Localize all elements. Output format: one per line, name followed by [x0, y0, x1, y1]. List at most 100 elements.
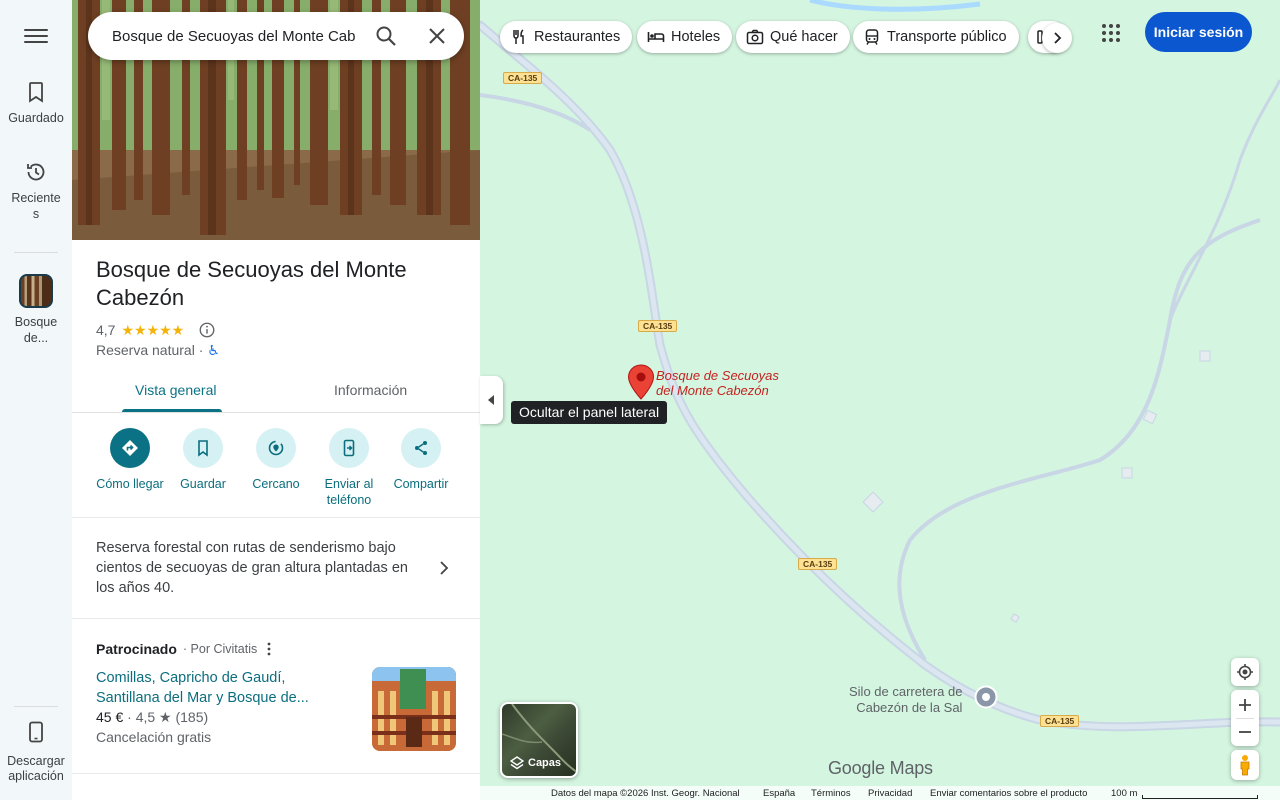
pin-label-1: Bosque de Secuoyas: [656, 368, 779, 383]
ad-cancellation: Cancelación gratis: [96, 729, 212, 745]
search-icon[interactable]: [374, 24, 398, 48]
sponsor-name: · Por Civitatis: [182, 642, 258, 656]
share-button[interactable]: Compartir: [383, 428, 459, 492]
feedback-link[interactable]: Enviar comentarios sobre el producto: [930, 788, 1087, 799]
road-label: CA-135: [798, 558, 838, 570]
ad-thumbnail[interactable]: [372, 667, 456, 751]
sponsored-header: Patrocinado · Por Civitatis: [96, 641, 275, 657]
chip-label: Transporte público: [887, 29, 1007, 45]
send-to-phone-label: Enviar al teléfono: [311, 476, 387, 508]
layers-icon: [510, 756, 524, 770]
info-icon[interactable]: [198, 321, 216, 339]
apps-grid-icon[interactable]: [1100, 22, 1122, 44]
bed-icon: [647, 32, 665, 42]
download-app[interactable]: Descargar aplicación: [0, 708, 72, 784]
send-to-phone-button[interactable]: Enviar al teléfono: [311, 428, 387, 508]
ad-rating: · 4,5 ★ (185): [127, 709, 209, 725]
layers-button[interactable]: Capas: [500, 702, 578, 778]
camera-icon: [746, 29, 764, 45]
more-vert-icon[interactable]: [263, 641, 275, 657]
share-icon: [415, 441, 427, 455]
search-box: [88, 12, 464, 60]
bookmark-icon: [198, 440, 208, 457]
directions-icon: [122, 440, 138, 456]
download-label-2: aplicación: [8, 769, 64, 783]
privacy-link[interactable]: Privacidad: [868, 788, 912, 799]
rail-recent-label-2: s: [32, 207, 40, 221]
chip-restaurants[interactable]: Restaurantes: [500, 21, 633, 53]
pin-label-2: del Monte Cabezón: [656, 383, 769, 398]
chip-label: Qué hacer: [770, 29, 838, 45]
ad-price-row: 45 € · 4,5 ★ (185): [96, 709, 208, 726]
place-title: Bosque de Secuoyas del Monte Cabezón: [96, 257, 407, 310]
phone-icon: [29, 721, 43, 743]
chips-scroll-next[interactable]: [1042, 23, 1072, 53]
saved-place-label-2: de...: [23, 331, 49, 345]
rail-divider: [14, 252, 58, 253]
road-network: [480, 0, 1280, 732]
download-label: Descargar: [7, 754, 65, 768]
caret-left-icon: [488, 395, 494, 405]
history-icon: [27, 163, 45, 181]
search-input[interactable]: [112, 24, 360, 48]
bookmark-icon: [29, 82, 43, 103]
pegman-icon: [1240, 755, 1250, 776]
directions-label: Cómo llegar: [96, 477, 164, 491]
active-tab-indicator: [122, 409, 222, 412]
nearby-label: Cercano: [252, 477, 300, 491]
rail-saved-label: Guardado: [8, 111, 64, 125]
rail-item-recent[interactable]: Reciente s: [0, 160, 72, 222]
poi-label[interactable]: Silo de carretera de Cabezón de la Sal: [849, 684, 962, 716]
street-view-button[interactable]: [1231, 750, 1259, 780]
tab-overview[interactable]: Vista general: [135, 382, 216, 398]
map-pin-icon[interactable]: [627, 364, 655, 400]
poi-marker-icon[interactable]: [974, 685, 998, 709]
rail-recent-label: Reciente: [11, 191, 61, 205]
close-icon[interactable]: [425, 24, 449, 48]
country-link[interactable]: España: [763, 788, 795, 799]
restaurant-icon: [513, 29, 524, 44]
rating-stars[interactable]: ★★★★★: [121, 322, 184, 339]
divider: [72, 773, 480, 774]
save-label: Guardar: [180, 477, 226, 491]
directions-button[interactable]: Cómo llegar: [92, 428, 168, 492]
rail-saved-place[interactable]: Bosque de...: [0, 274, 72, 346]
map-data-credit: Datos del mapa ©2026 Inst. Geogr. Nacion…: [551, 788, 740, 799]
rail-item-saved[interactable]: Guardado: [0, 80, 72, 126]
sponsored-label: Patrocinado: [96, 641, 177, 657]
send-label-1: Enviar al: [324, 477, 374, 491]
chip-things-to-do[interactable]: Qué hacer: [736, 21, 850, 53]
collapse-panel-button[interactable]: [480, 376, 503, 424]
chevron-right-icon: [1054, 32, 1062, 44]
place-description[interactable]: Reserva forestal con rutas de senderismo…: [96, 538, 426, 598]
tab-info[interactable]: Información: [334, 382, 407, 398]
place-category-row: Reserva natural · ♿: [96, 342, 220, 359]
ad-title-link[interactable]: Comillas, Capricho de Gaudí, Santillana …: [96, 668, 336, 708]
terms-link[interactable]: Términos: [811, 788, 851, 799]
sign-in-button[interactable]: Iniciar sesión: [1145, 12, 1252, 52]
chevron-right-icon[interactable]: [434, 558, 454, 578]
chip-label: Hoteles: [671, 29, 721, 45]
nearby-button[interactable]: Cercano: [238, 428, 314, 492]
my-location-icon: [1237, 664, 1253, 680]
my-location-button[interactable]: [1231, 658, 1259, 686]
zoom-in-icon[interactable]: [1237, 697, 1253, 713]
map-canvas[interactable]: [480, 0, 1280, 800]
zoom-out-icon[interactable]: [1237, 724, 1253, 740]
scale-label[interactable]: 100 m: [1111, 788, 1137, 799]
road-label: CA-135: [638, 320, 678, 332]
layers-label-row: Capas: [510, 756, 561, 770]
chip-transit[interactable]: Transporte público: [853, 21, 1019, 53]
menu-icon[interactable]: [24, 26, 48, 46]
poi-label-1: Silo de carretera de: [849, 684, 963, 699]
save-button[interactable]: Guardar: [165, 428, 241, 492]
road-label: CA-135: [503, 72, 543, 84]
left-rail: Guardado Reciente s Bosque de... Descarg…: [0, 0, 72, 800]
place-category[interactable]: Reserva natural: [96, 342, 195, 358]
chip-label: Restaurantes: [534, 29, 621, 45]
send-label-2: teléfono: [326, 493, 372, 507]
chip-hotels[interactable]: Hoteles: [637, 21, 733, 53]
pin-label[interactable]: Bosque de Secuoyas del Monte Cabezón: [656, 368, 779, 398]
tab-bar: Vista general Información: [72, 370, 480, 413]
zoom-controls: [1231, 690, 1259, 746]
